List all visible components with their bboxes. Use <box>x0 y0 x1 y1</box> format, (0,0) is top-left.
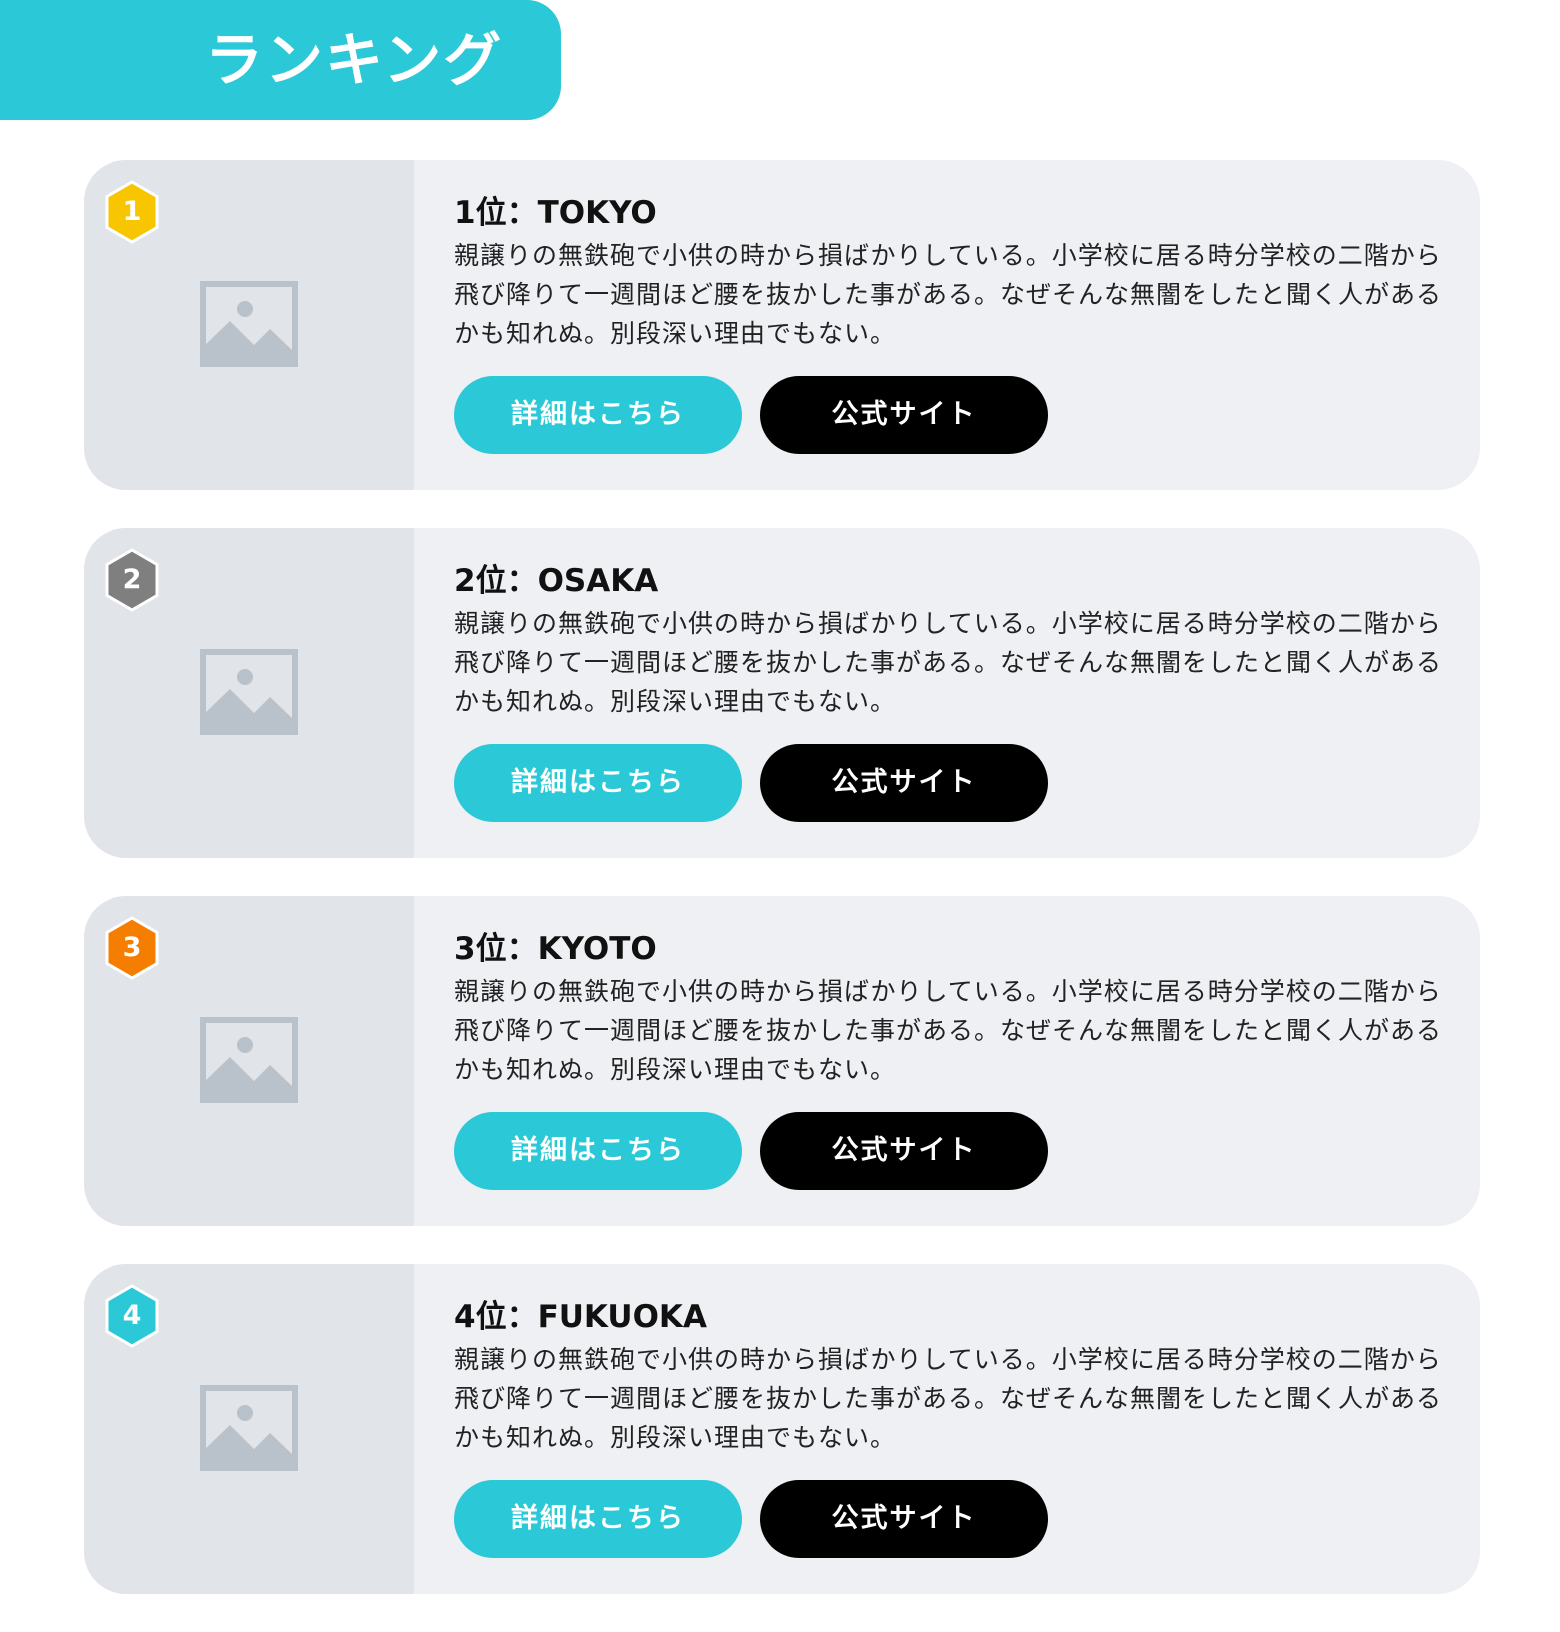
image-placeholder-icon <box>200 1385 298 1471</box>
card-image: 3 <box>84 896 414 1226</box>
card-title: 3位：KYOTO <box>454 931 657 967</box>
card-title: 4位：FUKUOKA <box>454 1299 707 1335</box>
detail-button[interactable]: 詳細はこちら <box>454 744 742 822</box>
ranking-card: 2 2位：OSAKA 親譲りの無鉄砲で小供の時から損ばかりしている。小学校に居る… <box>84 528 1480 858</box>
official-site-button[interactable]: 公式サイト <box>760 1112 1048 1190</box>
official-site-button[interactable]: 公式サイト <box>760 1480 1048 1558</box>
card-image: 1 <box>84 160 414 490</box>
card-image: 2 <box>84 528 414 858</box>
ranking-card: 4 4位：FUKUOKA 親譲りの無鉄砲で小供の時から損ばかりしている。小学校に… <box>84 1264 1480 1594</box>
ranking-header: ランキング <box>0 0 561 120</box>
rank-badge: 1 <box>104 180 160 244</box>
card-image: 4 <box>84 1264 414 1594</box>
card-body: 2位：OSAKA 親譲りの無鉄砲で小供の時から損ばかりしている。小学校に居る時分… <box>454 558 1444 822</box>
card-body: 1位：TOKYO 親譲りの無鉄砲で小供の時から損ばかりしている。小学校に居る時分… <box>454 190 1444 454</box>
ranking-card: 1 1位：TOKYO 親譲りの無鉄砲で小供の時から損ばかりしている。小学校に居る… <box>84 160 1480 490</box>
rank-number: 4 <box>122 1300 142 1331</box>
card-body: 3位：KYOTO 親譲りの無鉄砲で小供の時から損ばかりしている。小学校に居る時分… <box>454 926 1444 1190</box>
card-actions: 詳細はこちら 公式サイト <box>454 744 1444 822</box>
image-placeholder-icon <box>200 649 298 735</box>
rank-number: 3 <box>122 932 142 963</box>
card-body: 4位：FUKUOKA 親譲りの無鉄砲で小供の時から損ばかりしている。小学校に居る… <box>454 1294 1444 1558</box>
rank-number: 2 <box>122 564 142 595</box>
card-actions: 詳細はこちら 公式サイト <box>454 1112 1444 1190</box>
card-actions: 詳細はこちら 公式サイト <box>454 376 1444 454</box>
detail-button[interactable]: 詳細はこちら <box>454 1480 742 1558</box>
card-title: 2位：OSAKA <box>454 563 659 599</box>
card-description: 親譲りの無鉄砲で小供の時から損ばかりしている。小学校に居る時分学校の二階から飛び… <box>454 241 1443 348</box>
card-actions: 詳細はこちら 公式サイト <box>454 1480 1444 1558</box>
detail-button[interactable]: 詳細はこちら <box>454 1112 742 1190</box>
official-site-button[interactable]: 公式サイト <box>760 744 1048 822</box>
rank-badge: 4 <box>104 1284 160 1348</box>
card-description: 親譲りの無鉄砲で小供の時から損ばかりしている。小学校に居る時分学校の二階から飛び… <box>454 1345 1443 1452</box>
rank-badge: 2 <box>104 548 160 612</box>
rank-badge: 3 <box>104 916 160 980</box>
rank-number: 1 <box>122 196 142 227</box>
image-placeholder-icon <box>200 1017 298 1103</box>
card-description: 親譲りの無鉄砲で小供の時から損ばかりしている。小学校に居る時分学校の二階から飛び… <box>454 609 1443 716</box>
official-site-button[interactable]: 公式サイト <box>760 376 1048 454</box>
detail-button[interactable]: 詳細はこちら <box>454 376 742 454</box>
ranking-card: 3 3位：KYOTO 親譲りの無鉄砲で小供の時から損ばかりしている。小学校に居る… <box>84 896 1480 1226</box>
ranking-list: 1 1位：TOKYO 親譲りの無鉄砲で小供の時から損ばかりしている。小学校に居る… <box>84 160 1480 1632</box>
image-placeholder-icon <box>200 281 298 367</box>
card-description: 親譲りの無鉄砲で小供の時から損ばかりしている。小学校に居る時分学校の二階から飛び… <box>454 977 1443 1084</box>
page-title: ランキング <box>205 26 504 94</box>
card-title: 1位：TOKYO <box>454 195 657 231</box>
